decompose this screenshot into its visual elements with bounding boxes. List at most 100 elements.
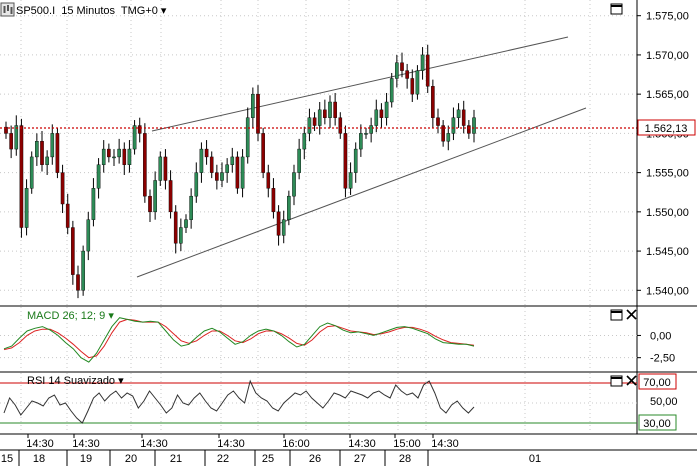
candle-body[interactable]	[420, 54, 425, 71]
candle-body[interactable]	[297, 148, 301, 173]
macd-line[interactable]	[3, 317, 475, 363]
candle-body[interactable]	[276, 211, 281, 236]
candle-body[interactable]	[333, 101, 337, 118]
candle-body[interactable]	[209, 156, 214, 173]
rsi-panel[interactable]: RSI 14 Suavizado ▾ 70,00 50,00 30,00	[0, 373, 678, 433]
candle-body[interactable]	[261, 133, 265, 173]
candle-body[interactable]	[271, 188, 276, 213]
candle-body[interactable]	[359, 133, 363, 150]
candle-body[interactable]	[163, 156, 168, 181]
candle-body[interactable]	[199, 148, 204, 173]
candle-body[interactable]	[168, 180, 173, 213]
candle-body[interactable]	[14, 125, 19, 150]
candle-body[interactable]	[307, 117, 312, 134]
candle-body[interactable]	[287, 195, 291, 220]
candle-body[interactable]	[215, 172, 219, 181]
rsi-close-button[interactable]	[626, 375, 637, 386]
candle-body[interactable]	[266, 172, 271, 189]
candle-body[interactable]	[245, 117, 250, 158]
main-price-panel[interactable]: SP500.I 15 Minutos TMG+0 ▾	[0, 0, 637, 306]
candle-body[interactable]	[292, 172, 296, 197]
candle-body[interactable]	[81, 250, 85, 291]
macd-close-button[interactable]	[626, 309, 637, 320]
main-price-axis[interactable]: 1.540,001.545,001.550,001.555,001.560,00…	[636, 0, 696, 434]
candle-body[interactable]	[436, 117, 440, 126]
candle-body[interactable]	[323, 109, 327, 118]
candle-body[interactable]	[40, 141, 44, 165]
candle-body[interactable]	[35, 141, 39, 158]
candle-body[interactable]	[251, 93, 255, 118]
time-axis[interactable]: 14:30 14:30 14:30 14:30 16:00 14:30 15:00 14:30…	[0, 433, 697, 466]
candle-body[interactable]	[71, 227, 75, 275]
candle-body[interactable]	[19, 125, 24, 228]
candle-body[interactable]	[148, 195, 152, 213]
candle-body[interactable]	[220, 172, 224, 181]
candle-body[interactable]	[425, 54, 430, 87]
candle-body[interactable]	[405, 70, 409, 79]
candle-body[interactable]	[117, 148, 121, 158]
candle-body[interactable]	[76, 274, 80, 291]
candle-body[interactable]	[415, 70, 420, 95]
candle-body[interactable]	[158, 156, 163, 181]
candle-body[interactable]	[127, 148, 132, 165]
candle-body[interactable]	[328, 101, 332, 118]
candle-body[interactable]	[179, 227, 183, 244]
candle-body[interactable]	[9, 133, 13, 150]
candle-body[interactable]	[312, 117, 317, 126]
candle-body[interactable]	[45, 156, 49, 165]
macd-label[interactable]: MACD 26; 12; 9 ▾	[27, 310, 114, 322]
rsi-maximize-button[interactable]	[610, 375, 623, 387]
macd-signal-line[interactable]	[3, 318, 475, 359]
macd-panel[interactable]: MACD 26; 12; 9 ▾ 0,00 -2,50	[0, 307, 675, 371]
candle-body[interactable]	[456, 109, 461, 118]
candle-body[interactable]	[451, 117, 456, 134]
candle-body[interactable]	[343, 133, 348, 189]
macd-maximize-button[interactable]	[610, 309, 623, 321]
candle-body[interactable]	[86, 219, 91, 252]
candle-body[interactable]	[122, 148, 127, 165]
candle-body[interactable]	[364, 133, 368, 135]
candle-body[interactable]	[189, 195, 193, 220]
candle-body[interactable]	[317, 109, 322, 126]
candle-body[interactable]	[137, 125, 142, 134]
candle-body[interactable]	[225, 164, 229, 173]
candle-body[interactable]	[65, 203, 70, 228]
candle-body[interactable]	[302, 133, 307, 150]
candle-body[interactable]	[461, 109, 466, 126]
candle-body[interactable]	[410, 78, 415, 95]
candle-body[interactable]	[379, 109, 384, 118]
candle-body[interactable]	[29, 156, 34, 189]
candle-body[interactable]	[472, 117, 476, 134]
candle-body[interactable]	[194, 172, 199, 197]
candle-body[interactable]	[389, 78, 394, 103]
main-plot-area[interactable]	[0, 0, 637, 306]
candle-body[interactable]	[132, 125, 137, 150]
candle-body[interactable]	[353, 148, 358, 173]
candle-body[interactable]	[431, 86, 435, 118]
candle-body[interactable]	[395, 62, 399, 79]
candle-body[interactable]	[446, 133, 451, 142]
chart-title[interactable]: SP500.I 15 Minutos TMG+0 ▾	[16, 5, 167, 17]
candle-body[interactable]	[240, 156, 245, 189]
candle-body[interactable]	[384, 101, 389, 118]
candle-body[interactable]	[55, 133, 60, 173]
candle-body[interactable]	[50, 133, 55, 158]
main-maximize-button[interactable]	[610, 3, 623, 15]
candle-body[interactable]	[369, 125, 373, 134]
candle-body[interactable]	[338, 117, 343, 134]
candle-body[interactable]	[143, 133, 147, 197]
rsi-line[interactable]	[3, 379, 475, 424]
candle-body[interactable]	[153, 180, 157, 213]
candle-body[interactable]	[91, 188, 96, 220]
candle-body[interactable]	[173, 211, 178, 244]
candle-body[interactable]	[348, 172, 353, 189]
candle-body[interactable]	[467, 125, 471, 134]
candle-body[interactable]	[204, 148, 209, 158]
candle-body[interactable]	[24, 188, 29, 228]
candle-body[interactable]	[230, 156, 235, 165]
candle-body[interactable]	[374, 109, 379, 126]
candle-body[interactable]	[112, 156, 116, 159]
candle-body[interactable]	[235, 156, 240, 189]
candle-body[interactable]	[281, 219, 286, 236]
candle-body[interactable]	[400, 62, 404, 71]
